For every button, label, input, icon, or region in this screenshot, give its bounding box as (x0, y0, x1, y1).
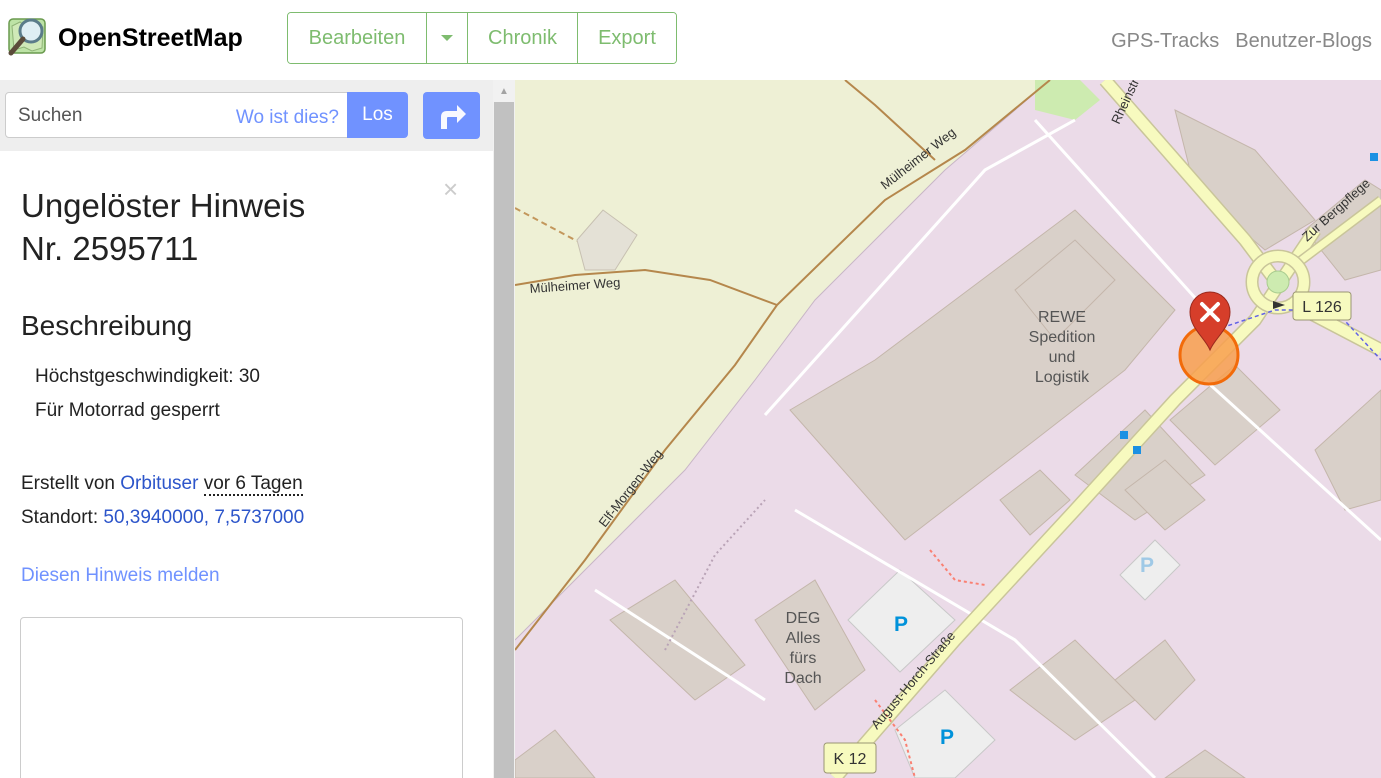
building (515, 729, 596, 778)
roundabout-center (1266, 270, 1290, 294)
deg-line: Dach (784, 670, 821, 687)
export-button[interactable]: Export (578, 13, 676, 63)
parking-label: P (940, 726, 954, 749)
building (1164, 749, 1246, 778)
brand-title[interactable]: OpenStreetMap (58, 24, 243, 53)
search-submit-button[interactable]: Los (347, 92, 408, 138)
building (1314, 389, 1381, 511)
close-icon[interactable]: × (443, 174, 458, 205)
edit-dropdown-button[interactable] (427, 13, 468, 63)
poi-marker (1370, 153, 1378, 161)
parking-label: P (894, 613, 908, 636)
sidebar: Suchen Wo ist dies? Los Ungelöster Hinwe… (0, 80, 493, 778)
search-placeholder: Suchen (18, 105, 83, 126)
scroll-thumb[interactable] (494, 102, 514, 778)
map-view[interactable]: Mülheimer Weg Mülheimer Weg Elf-Morgen-W… (515, 80, 1381, 778)
poi-marker (1120, 431, 1128, 439)
grass-strip (1035, 80, 1100, 120)
location-prefix: Standort: (21, 507, 99, 528)
scroll-up-arrow-icon[interactable]: ▲ (493, 80, 515, 102)
building (609, 579, 746, 701)
note-title-line1: Ungelöster Hinweis (21, 187, 306, 224)
where-is-this-link[interactable]: Wo ist dies? (236, 107, 339, 129)
created-by: Erstellt von Orbituser vor 6 Tagen (21, 473, 303, 496)
building (1114, 639, 1196, 721)
deg-line: DEG (786, 610, 821, 627)
secondary-nav: GPS-Tracks Benutzer-Blogs (1111, 30, 1372, 53)
chevron-down-icon (441, 35, 453, 41)
user-link[interactable]: Orbituser (120, 473, 198, 494)
deg-line: fürs (790, 650, 817, 667)
history-button[interactable]: Chronik (468, 13, 578, 63)
parking-label: P (1140, 554, 1154, 577)
footpath (929, 549, 986, 586)
shield-l126: L 126 (1292, 291, 1352, 321)
header: OpenStreetMap Bearbeiten Chronik Export … (0, 0, 1381, 80)
search-bar: Suchen Wo ist dies? Los (0, 80, 493, 151)
rewe-line: Spedition (1029, 329, 1096, 346)
poi-marker (1133, 446, 1141, 454)
note-title-line2: Nr. 2595711 (21, 230, 199, 267)
description-line: Für Motorrad gesperrt (35, 400, 220, 421)
user-blogs-link[interactable]: Benutzer-Blogs (1235, 30, 1372, 53)
map-canvas[interactable]: Mülheimer Weg Mülheimer Weg Elf-Morgen-W… (515, 80, 1381, 778)
deg-line: Alles (786, 630, 821, 647)
report-note-link[interactable]: Diesen Hinweis melden (21, 565, 220, 587)
rewe-line: REWE (1038, 309, 1086, 326)
shield-k12: K 12 (823, 742, 877, 774)
shield-k12-text: K 12 (834, 751, 867, 768)
note-title: Ungelöster Hinweis Nr. 2595711 (21, 184, 305, 270)
directions-icon (440, 104, 466, 129)
shield-l126-text: L 126 (1302, 299, 1342, 316)
location: Standort: 50,3940000, 7,5737000 (21, 507, 304, 529)
edit-button[interactable]: Bearbeiten (288, 13, 427, 63)
sidebar-scrollbar[interactable]: ▲ (493, 80, 515, 778)
directions-button[interactable] (423, 92, 480, 139)
description-heading: Beschreibung (21, 310, 193, 341)
gps-tracks-link[interactable]: GPS-Tracks (1111, 30, 1219, 53)
rewe-line: und (1049, 349, 1076, 366)
edit-button-group: Bearbeiten Chronik Export (287, 12, 677, 64)
created-prefix: Erstellt von (21, 473, 115, 494)
created-time: vor 6 Tagen (203, 473, 303, 496)
comment-textarea[interactable] (20, 617, 463, 778)
description-line: Höchstgeschwindigkeit: 30 (35, 366, 260, 387)
rewe-line: Logistik (1035, 369, 1090, 386)
osm-logo-icon[interactable] (6, 14, 50, 58)
search-input[interactable]: Suchen Wo ist dies? (5, 92, 350, 138)
location-link[interactable]: 50,3940000, 7,5737000 (103, 507, 304, 528)
